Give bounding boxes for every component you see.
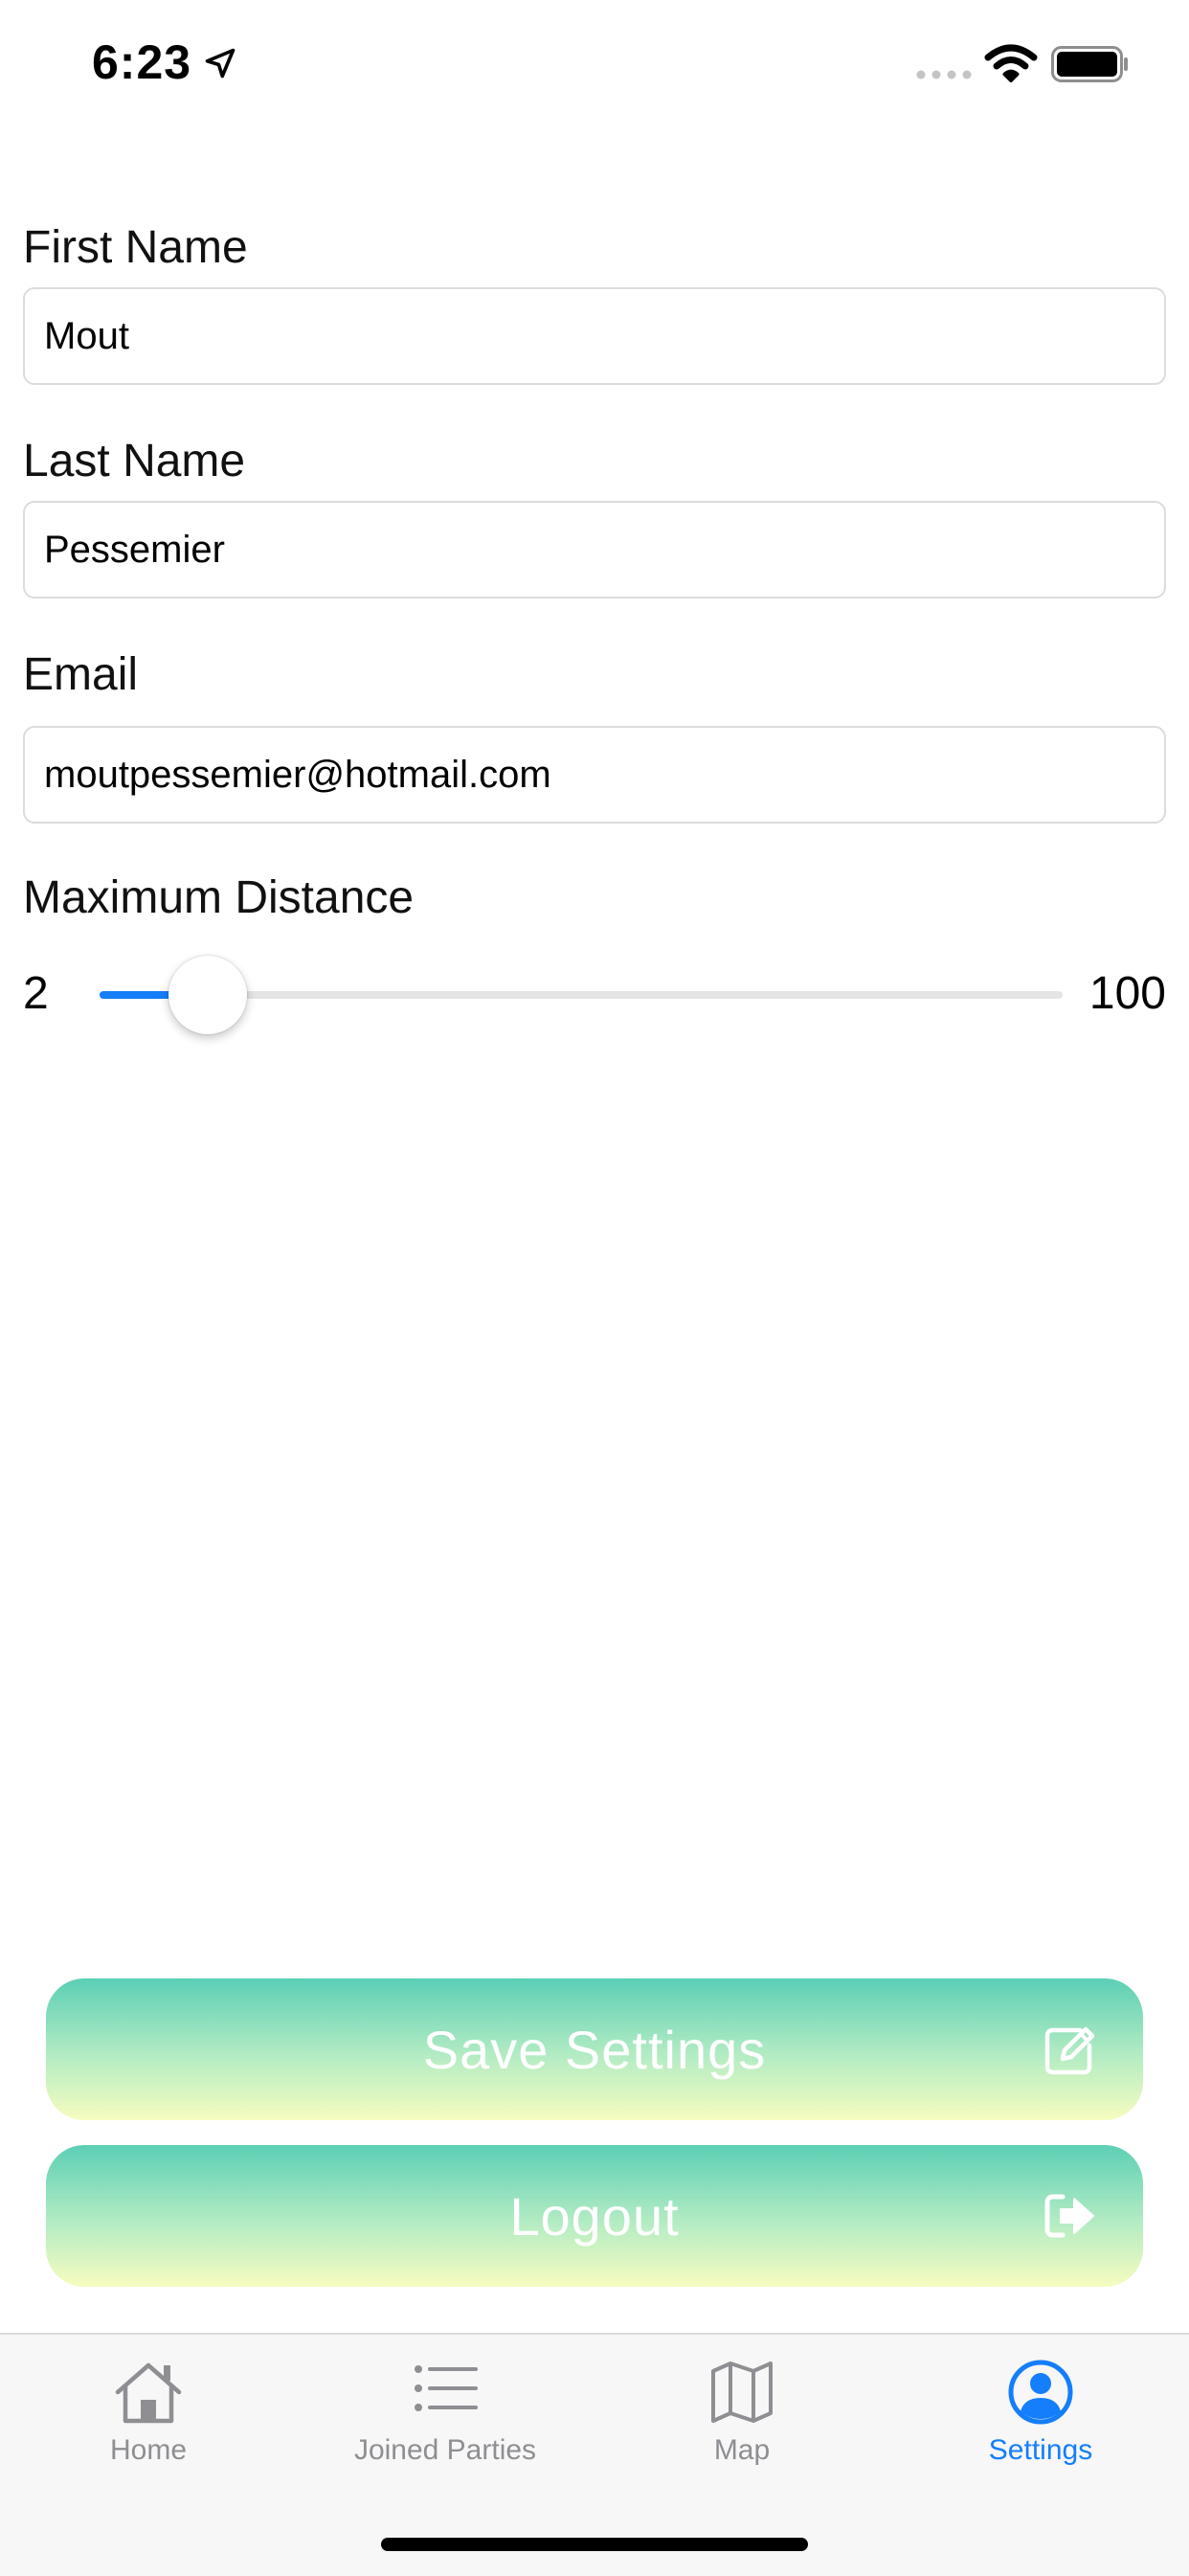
slider-max-label: 100: [1088, 968, 1166, 1019]
logout-button[interactable]: Logout: [46, 2145, 1143, 2287]
tab-settings[interactable]: Settings: [892, 2356, 1189, 2499]
user-circle-icon: [1008, 2360, 1073, 2425]
first-name-label: First Name: [23, 222, 248, 273]
battery-icon: [1051, 46, 1128, 82]
wifi-icon: [984, 44, 1038, 82]
last-name-input[interactable]: [23, 501, 1166, 599]
slider-min-label: 2: [23, 968, 49, 1019]
max-distance-label: Maximum Distance: [23, 872, 415, 923]
map-icon: [711, 2361, 773, 2423]
slider-thumb[interactable]: [168, 956, 247, 1034]
tab-home-label: Home: [109, 2434, 188, 2466]
sign-out-icon: [1044, 2194, 1094, 2238]
home-icon: [115, 2362, 182, 2424]
list-icon: [415, 2365, 478, 2411]
max-distance-slider[interactable]: [100, 956, 1063, 1034]
logout-label: Logout: [509, 2185, 680, 2247]
save-settings-label: Save Settings: [422, 2019, 767, 2080]
cellular-signal-icon: [916, 70, 972, 79]
tab-joined-parties[interactable]: Joined Parties: [297, 2356, 594, 2499]
email-label: Email: [23, 649, 139, 700]
email-input[interactable]: [23, 726, 1166, 824]
edit-icon: [1044, 2026, 1095, 2075]
tab-home[interactable]: Home: [0, 2356, 297, 2499]
tab-settings-label: Settings: [988, 2434, 1093, 2466]
home-indicator: [381, 2538, 808, 2551]
tab-map[interactable]: Map: [594, 2356, 890, 2499]
tab-map-label: Map: [713, 2434, 771, 2466]
status-time: 6:23: [92, 35, 192, 89]
save-settings-button[interactable]: Save Settings: [46, 1978, 1143, 2120]
first-name-input[interactable]: [23, 287, 1166, 385]
location-arrow-icon: [205, 48, 236, 79]
tab-joined-parties-label: Joined Parties: [353, 2434, 537, 2466]
last-name-label: Last Name: [23, 436, 246, 486]
status-bar: 6:23: [0, 0, 1189, 126]
